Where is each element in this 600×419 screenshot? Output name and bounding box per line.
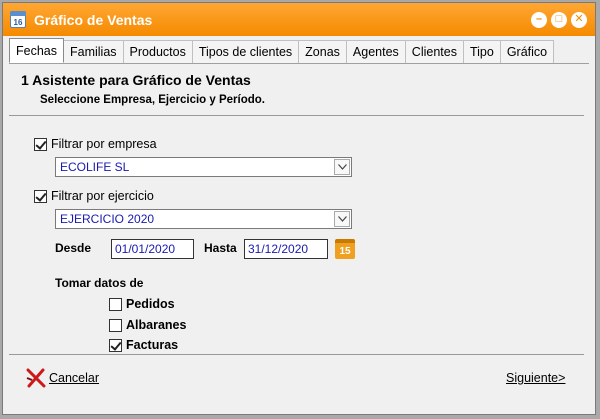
divider-bottom [9,354,584,355]
pedidos-label: Pedidos [126,297,175,311]
window-title: Gráfico de Ventas [34,11,153,28]
data-source-label: Tomar datos de [55,276,144,290]
cancel-button[interactable]: Cancelar [25,368,99,388]
option-albaranes[interactable]: Albaranes [109,318,186,332]
chevron-down-icon[interactable] [334,159,350,175]
title-bar[interactable]: 16 Gráfico de Ventas – □ ✕ [3,3,595,36]
pedidos-checkbox[interactable] [109,297,122,311]
ejercicio-select-value: EJERCICIO 2020 [60,212,155,226]
tab-tipo[interactable]: Tipo [462,40,501,63]
app-icon-text: 16 [13,18,23,27]
tab-bar: Fechas Familias Productos Tipos de clien… [9,38,589,64]
chart-wizard-window: 16 Gráfico de Ventas – □ ✕ Fechas Famili… [2,2,596,415]
option-facturas[interactable]: Facturas [109,338,178,352]
next-button[interactable]: Siguiente> [506,371,565,385]
tab-grafico[interactable]: Gráfico [499,40,555,63]
ejercicio-select[interactable]: EJERCICIO 2020 [55,209,352,229]
empresa-select[interactable]: ECOLIFE SL [55,157,352,177]
divider-top [9,115,584,116]
wizard-heading: 1 Asistente para Gráfico de Ventas [21,72,251,88]
wizard-subheading: Seleccione Empresa, Ejercicio y Período. [40,94,265,106]
filter-empresa-checkbox[interactable] [34,137,47,151]
calendar-day: 15 [339,245,351,257]
filter-empresa-row[interactable]: Filtrar por empresa [34,137,157,151]
filter-empresa-label: Filtrar por empresa [51,137,157,151]
tab-familias[interactable]: Familias [63,40,124,63]
tab-agentes[interactable]: Agentes [345,40,406,63]
facturas-checkbox[interactable] [109,338,122,352]
desde-label: Desde [55,241,92,255]
filter-ejercicio-checkbox[interactable] [34,189,47,203]
tab-clientes[interactable]: Clientes [404,40,464,63]
tab-zonas[interactable]: Zonas [298,40,347,63]
close-icon[interactable]: ✕ [571,11,587,28]
calendar-icon[interactable]: 15 [335,239,355,259]
cancel-label: Cancelar [49,371,100,385]
cancel-x-icon [26,368,46,388]
albaranes-label: Albaranes [126,318,187,332]
option-pedidos[interactable]: Pedidos [109,297,175,311]
minimize-icon[interactable]: – [531,11,547,28]
desde-date-input[interactable]: 01/01/2020 [111,239,194,259]
facturas-label: Facturas [126,338,179,352]
albaranes-checkbox[interactable] [109,318,122,332]
tab-fechas[interactable]: Fechas [9,38,64,63]
next-label: Siguiente> [506,371,566,385]
wizard-panel: 1 Asistente para Gráfico de Ventas Selec… [3,64,595,414]
maximize-icon[interactable]: □ [551,11,567,28]
chevron-down-icon[interactable] [334,211,350,227]
filter-ejercicio-label: Filtrar por ejercicio [51,189,154,203]
filter-ejercicio-row[interactable]: Filtrar por ejercicio [34,189,154,203]
tab-productos[interactable]: Productos [122,40,193,63]
calendar-app-icon: 16 [10,11,26,28]
hasta-date-input[interactable]: 31/12/2020 [244,239,328,259]
tab-tipos-de-clientes[interactable]: Tipos de clientes [191,40,300,63]
hasta-label: Hasta [204,241,237,255]
empresa-select-value: ECOLIFE SL [60,160,130,174]
